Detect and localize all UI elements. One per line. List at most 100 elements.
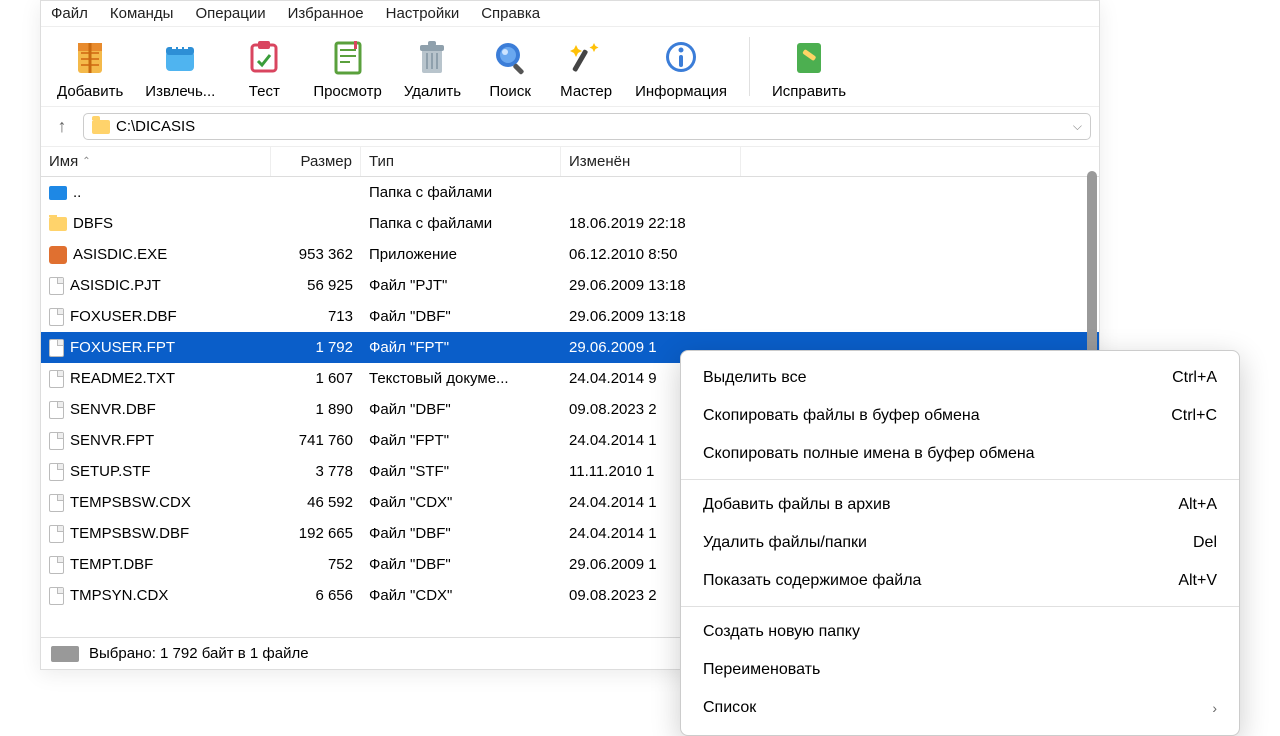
- exe-icon: [49, 246, 67, 264]
- repair-button[interactable]: Исправить: [764, 31, 854, 102]
- file-size: 1 890: [271, 401, 361, 418]
- file-type: Файл "PJT": [361, 277, 561, 294]
- test-button[interactable]: Тест: [229, 31, 299, 102]
- menu-item-label: Показать содержимое файла: [703, 572, 921, 590]
- menu-help[interactable]: Справка: [481, 5, 540, 22]
- menu-item-shortcut: Alt+A: [1178, 496, 1217, 514]
- file-icon: [49, 308, 64, 326]
- file-size: 3 778: [271, 463, 361, 480]
- file-size: 6 656: [271, 587, 361, 604]
- scrollbar[interactable]: [1087, 171, 1097, 371]
- file-name: FOXUSER.DBF: [70, 308, 177, 325]
- file-date: 06.12.2010 8:50: [561, 246, 741, 263]
- menu-favorites[interactable]: Избранное: [288, 5, 364, 22]
- menu-separator: [681, 479, 1239, 480]
- file-date: 29.06.2009 13:18: [561, 277, 741, 294]
- context-menu-item[interactable]: Скопировать полные имена в буфер обмена: [681, 435, 1239, 473]
- menu-file[interactable]: Файл: [51, 5, 88, 22]
- file-size: 713: [271, 308, 361, 325]
- context-menu: Выделить всеCtrl+AСкопировать файлы в бу…: [680, 350, 1240, 736]
- table-row[interactable]: ASISDIC.PJT56 925Файл "PJT"29.06.2009 13…: [41, 270, 1099, 301]
- context-menu-item[interactable]: Удалить файлы/папкиDel: [681, 524, 1239, 562]
- context-menu-item[interactable]: Показать содержимое файлаAlt+V: [681, 562, 1239, 600]
- file-icon: [49, 370, 64, 388]
- context-menu-item[interactable]: Добавить файлы в архив Alt+A: [681, 486, 1239, 524]
- file-name: SENVR.DBF: [70, 401, 156, 418]
- file-icon: [49, 401, 64, 419]
- file-type: Файл "FPT": [361, 432, 561, 449]
- context-menu-item[interactable]: Создать новую папку: [681, 613, 1239, 651]
- file-size: 1 792: [271, 339, 361, 356]
- file-name: TEMPSBSW.DBF: [70, 525, 189, 542]
- menu-item-label: Добавить файлы в архив: [703, 496, 890, 514]
- menu-item-label: Переименовать: [703, 661, 820, 679]
- repair-icon: [785, 33, 833, 81]
- menubar: Файл Команды Операции Избранное Настройк…: [41, 1, 1099, 27]
- column-headers: Имя⌃ Размер Тип Изменён: [41, 147, 1099, 177]
- file-name: FOXUSER.FPT: [70, 339, 175, 356]
- file-type: Файл "CDX": [361, 494, 561, 511]
- toolbar: Добавить Извлечь... Тест Просмотр Удалит…: [41, 27, 1099, 107]
- add-button[interactable]: Добавить: [49, 31, 131, 102]
- file-icon: [49, 587, 64, 605]
- menu-commands[interactable]: Команды: [110, 5, 174, 22]
- monitor-icon: [49, 186, 67, 200]
- path-text: C:\DICASIS: [116, 118, 195, 135]
- view-icon: [324, 33, 372, 81]
- menu-separator: [681, 606, 1239, 607]
- folder-icon: [92, 120, 110, 134]
- context-menu-item[interactable]: Выделить всеCtrl+A: [681, 359, 1239, 397]
- file-name: SENVR.FPT: [70, 432, 154, 449]
- context-menu-item[interactable]: Скопировать файлы в буфер обменаCtrl+C: [681, 397, 1239, 435]
- up-button[interactable]: ↑: [49, 114, 75, 140]
- header-type[interactable]: Тип: [361, 147, 561, 176]
- info-button[interactable]: Информация: [627, 31, 735, 102]
- file-name: TEMPSBSW.CDX: [70, 494, 191, 511]
- file-icon: [49, 556, 64, 574]
- file-size: 56 925: [271, 277, 361, 294]
- menu-settings[interactable]: Настройки: [386, 5, 460, 22]
- menu-item-label: Скопировать полные имена в буфер обмена: [703, 445, 1035, 463]
- table-row[interactable]: ASISDIC.EXE953 362Приложение06.12.2010 8…: [41, 239, 1099, 270]
- table-row[interactable]: .. Папка с файлами: [41, 177, 1099, 208]
- file-icon: [49, 525, 64, 543]
- status-selected: Выбрано: 1 792 байт в 1 файле: [89, 645, 309, 662]
- file-name: ASISDIC.EXE: [73, 246, 167, 263]
- file-icon: [49, 432, 64, 450]
- file-type: Файл "CDX": [361, 587, 561, 604]
- header-modified[interactable]: Изменён: [561, 147, 741, 176]
- chevron-down-icon[interactable]: ⌵: [1073, 119, 1082, 134]
- header-size[interactable]: Размер: [271, 147, 361, 176]
- file-name: ..: [73, 184, 81, 201]
- header-name[interactable]: Имя⌃: [41, 147, 271, 176]
- delete-icon: [408, 33, 456, 81]
- file-type: Файл "FPT": [361, 339, 561, 356]
- wizard-button[interactable]: Мастер: [551, 31, 621, 102]
- file-name: SETUP.STF: [70, 463, 151, 480]
- menu-operations[interactable]: Операции: [195, 5, 265, 22]
- chevron-right-icon: ›: [1212, 700, 1217, 716]
- view-button[interactable]: Просмотр: [305, 31, 390, 102]
- table-row[interactable]: DBFSПапка с файлами18.06.2019 22:18: [41, 208, 1099, 239]
- pathbar: ↑ C:\DICASIS ⌵: [41, 107, 1099, 147]
- context-menu-item[interactable]: Переименовать: [681, 651, 1239, 689]
- file-type: Файл "DBF": [361, 525, 561, 542]
- table-row[interactable]: FOXUSER.DBF713Файл "DBF"29.06.2009 13:18: [41, 301, 1099, 332]
- file-icon: [49, 339, 64, 357]
- delete-button[interactable]: Удалить: [396, 31, 469, 102]
- file-type: Файл "DBF": [361, 556, 561, 573]
- file-name: TEMPT.DBF: [70, 556, 153, 573]
- find-button[interactable]: Поиск: [475, 31, 545, 102]
- menu-item-label: Удалить файлы/папки: [703, 534, 867, 552]
- file-date: 18.06.2019 22:18: [561, 215, 741, 232]
- add-icon: [66, 33, 114, 81]
- path-input[interactable]: C:\DICASIS ⌵: [83, 113, 1091, 140]
- file-size: 752: [271, 556, 361, 573]
- file-name: README2.TXT: [70, 370, 175, 387]
- file-type: Файл "STF": [361, 463, 561, 480]
- context-menu-item[interactable]: Список›: [681, 689, 1239, 727]
- menu-item-shortcut: Ctrl+A: [1172, 369, 1217, 387]
- file-type: Папка с файлами: [361, 184, 561, 201]
- extract-button[interactable]: Извлечь...: [137, 31, 223, 102]
- file-type: Приложение: [361, 246, 561, 263]
